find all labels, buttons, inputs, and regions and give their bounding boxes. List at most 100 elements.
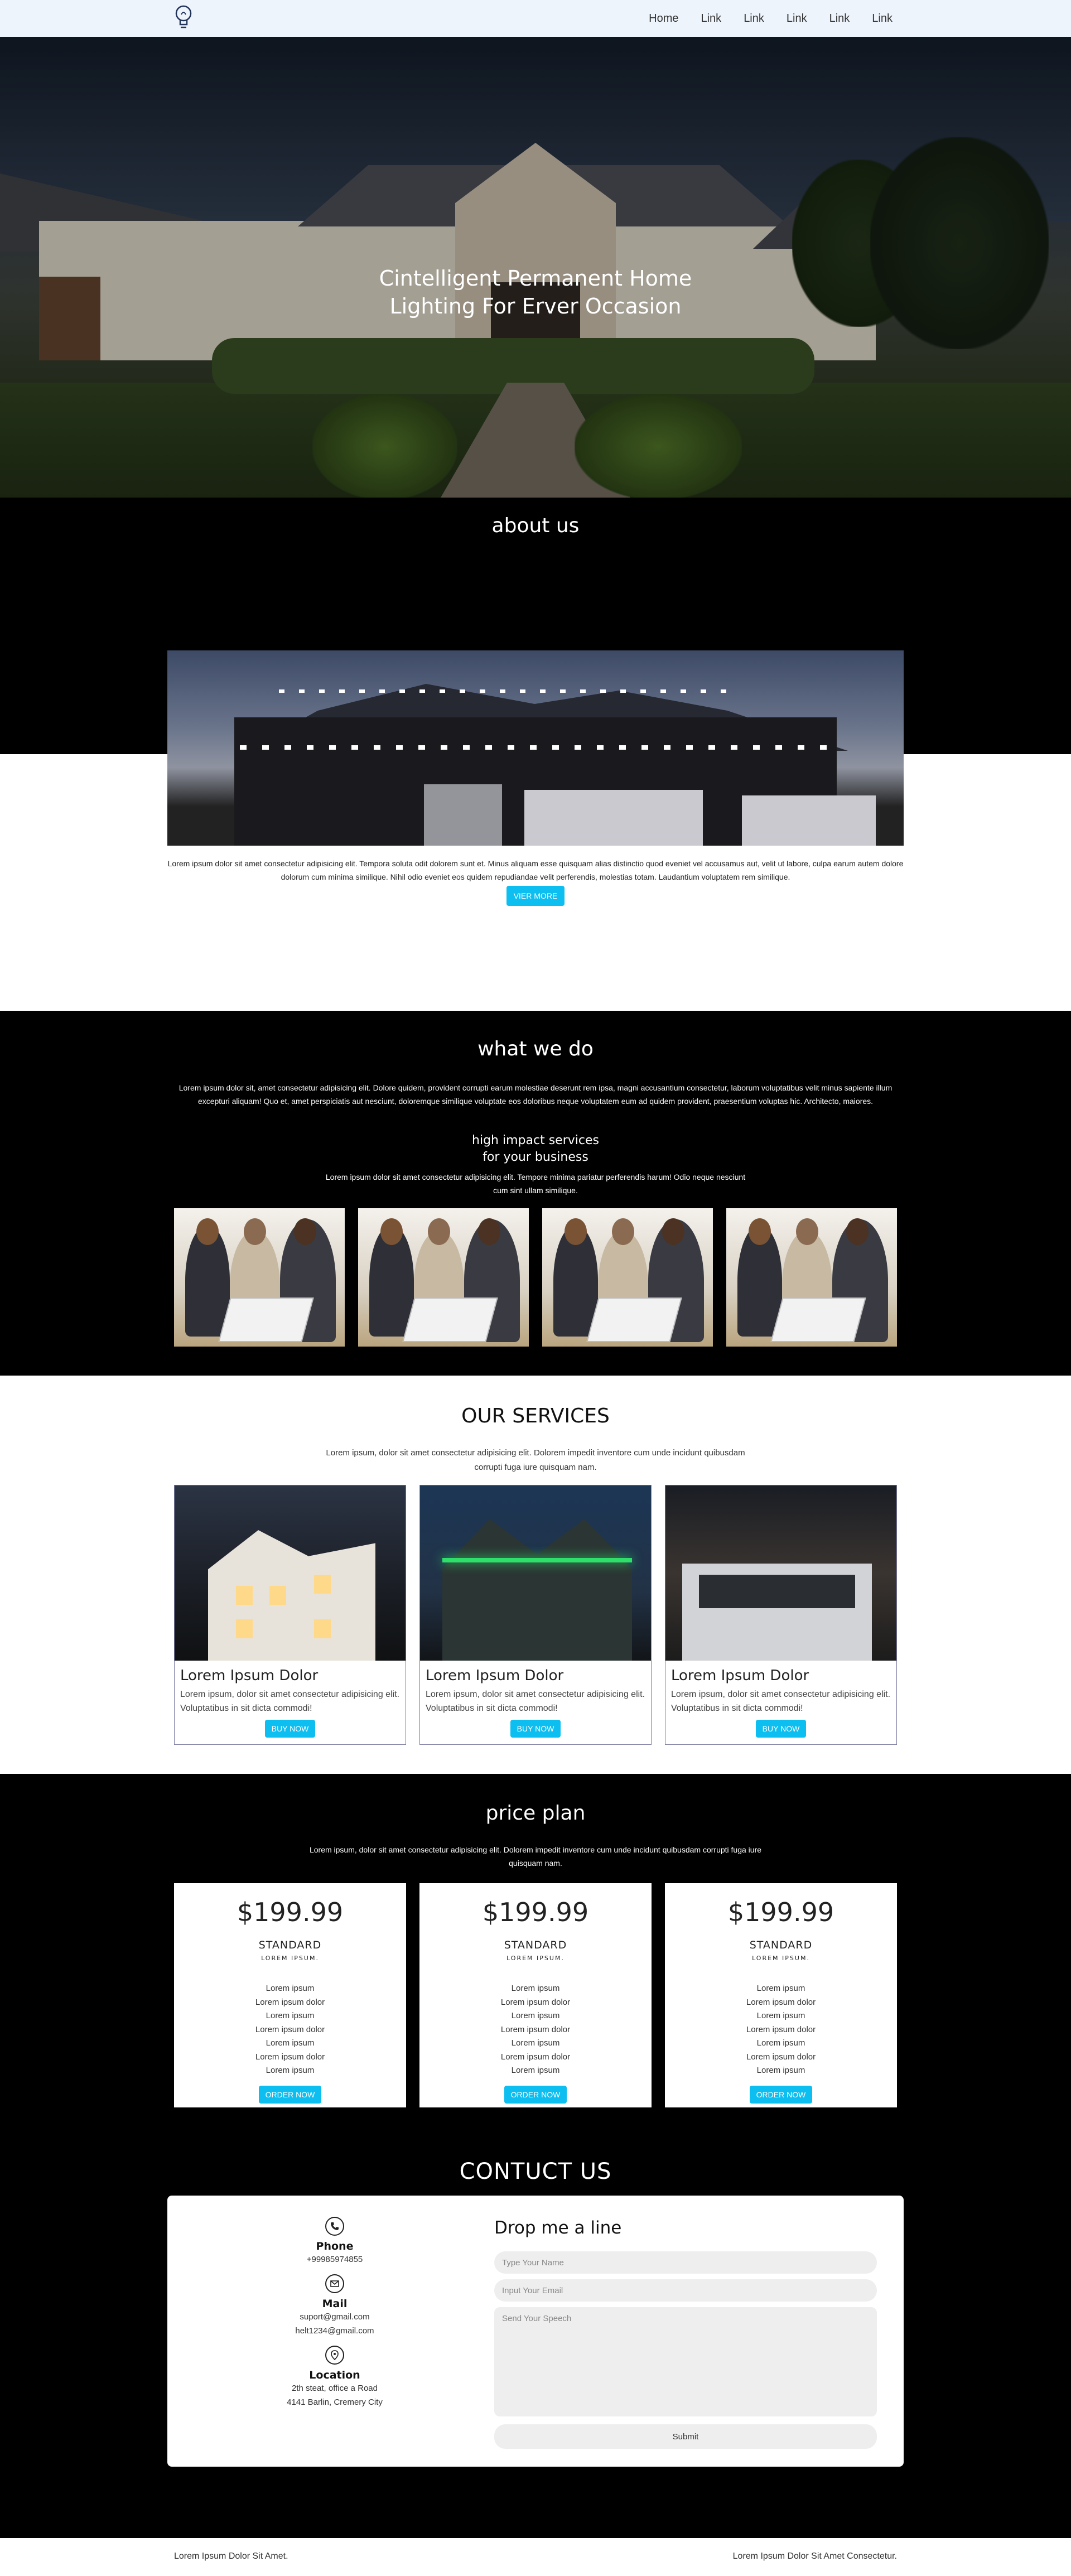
price-tier: STANDARD [504, 1939, 567, 1951]
hero-banner: Cintelligent Permanent Home Lighting For… [0, 37, 1071, 498]
what-we-do-heading: what we do [477, 1038, 594, 1060]
feature-item: Lorem ipsum [266, 2066, 315, 2075]
service-card-text: Lorem ipsum, dolor sit amet consectetur … [180, 1690, 400, 1713]
services-subtext: Lorem ipsum dolor sit amet consectetur a… [325, 1173, 746, 1195]
nav-link-2[interactable]: Link [744, 12, 764, 25]
service-card-text: Lorem ipsum, dolor sit amet consectetur … [671, 1690, 891, 1713]
contact-section: CONTUCT US Phone +99985974855 Mail supor… [0, 2136, 1071, 2538]
feature-item: Lorem ipsum [756, 2038, 805, 2048]
location-block: Location 2th steat, office a Road 4141 B… [273, 2346, 396, 2409]
service-card-title: Lorem Ipsum Dolor [180, 1667, 319, 1684]
feature-item: Lorem ipsum dolor [746, 1997, 816, 2007]
order-now-button[interactable]: ORDER NOW [749, 2085, 813, 2104]
hero-title-line2: Lighting For Erver Occasion [389, 294, 682, 319]
phone-value: +99985974855 [306, 2255, 363, 2264]
services-heading: OUR SERVICES [461, 1405, 610, 1427]
feature-item: Lorem ipsum [511, 2066, 560, 2075]
price-amount: $199.99 [727, 1897, 834, 1927]
services-subheading: high impact services for your business [0, 1132, 1071, 1166]
price-amount: $199.99 [237, 1897, 344, 1927]
lightbulb-logo-icon[interactable] [173, 3, 194, 33]
nav-links: Home Link Link Link Link Link [626, 0, 893, 37]
price-tier: STANDARD [258, 1939, 322, 1951]
phone-icon [325, 2217, 344, 2236]
price-card: $199.99 STANDARD LOREM IPSUM. Lorem ipsu… [419, 1883, 652, 2107]
phone-block: Phone +99985974855 [273, 2217, 396, 2266]
feature-item: Lorem ipsum [266, 2011, 315, 2020]
about-heading: about us [491, 514, 580, 537]
footer: Lorem Ipsum Dolor Sit Amet. Lorem Ipsum … [0, 2538, 1071, 2576]
buy-now-button[interactable]: BUY NOW [510, 1720, 561, 1738]
feature-item: Lorem ipsum [266, 2038, 315, 2048]
mail-value-1: suport@gmail.com [300, 2312, 370, 2322]
price-tier: STANDARD [749, 1939, 813, 1951]
service-card: Lorem Ipsum Dolor Lorem ipsum, dolor sit… [665, 1485, 897, 1745]
contact-heading: CONTUCT US [459, 2159, 612, 2184]
price-cards: $199.99 STANDARD LOREM IPSUM. Lorem ipsu… [174, 1883, 897, 2107]
hero-title-line1: Cintelligent Permanent Home [379, 266, 692, 291]
feature-item: Lorem ipsum dolor [746, 2024, 816, 2034]
location-label: Location [309, 2369, 360, 2381]
contact-card: Phone +99985974855 Mail suport@gmail.com… [167, 2196, 904, 2467]
nav-link-5[interactable]: Link [872, 12, 893, 25]
order-now-button[interactable]: ORDER NOW [504, 2085, 567, 2104]
service-card-image [420, 1485, 651, 1661]
feature-item: Lorem ipsum dolor [500, 2052, 571, 2062]
what-we-do-text: Lorem ipsum dolor sit, amet consectetur … [178, 1083, 893, 1106]
footer-left-text: Lorem Ipsum Dolor Sit Amet. [174, 2551, 288, 2561]
what-we-do-section: what we do Lorem ipsum dolor sit, amet c… [0, 1011, 1071, 1376]
services-text: Lorem ipsum, dolor sit amet consectetur … [326, 1448, 745, 1472]
service-card-image [665, 1485, 896, 1661]
feature-item: Lorem ipsum dolor [255, 1997, 325, 2007]
team-image [174, 1208, 345, 1347]
price-tier-sub: LOREM IPSUM. [752, 1955, 810, 1962]
price-card: $199.99 STANDARD LOREM IPSUM. Lorem ipsu… [174, 1883, 406, 2107]
feature-item: Lorem ipsum dolor [255, 2024, 325, 2034]
nav-link-home[interactable]: Home [649, 12, 678, 25]
feature-item: Lorem ipsum [511, 2011, 560, 2020]
price-amount: $199.99 [482, 1897, 589, 1927]
email-input[interactable] [494, 2279, 877, 2302]
mail-block: Mail suport@gmail.com helt1234@gmail.com [273, 2274, 396, 2338]
mail-icon [325, 2274, 344, 2293]
nav-link-4[interactable]: Link [829, 12, 850, 25]
service-card-text: Lorem ipsum, dolor sit amet consectetur … [426, 1690, 645, 1713]
form-title: Drop me a line [494, 2218, 622, 2238]
team-image-row [174, 1208, 897, 1347]
price-tier-sub: LOREM IPSUM. [261, 1955, 319, 1962]
price-card: $199.99 STANDARD LOREM IPSUM. Lorem ipsu… [665, 1883, 897, 2107]
service-card-image [175, 1485, 406, 1661]
feature-item: Lorem ipsum [756, 2011, 805, 2020]
team-image [726, 1208, 897, 1347]
feature-list: Lorem ipsum Lorem ipsum dolor Lorem ipsu… [174, 1982, 406, 2078]
footer-right-text: Lorem Ipsum Dolor Sit Amet Consectetur. [732, 2551, 897, 2561]
services-subheading-line2: for your business [483, 1150, 588, 1164]
location-line-1: 2th steat, office a Road [292, 2384, 378, 2393]
service-card-title: Lorem Ipsum Dolor [426, 1667, 564, 1684]
nav-link-3[interactable]: Link [787, 12, 807, 25]
nav-link-1[interactable]: Link [701, 12, 721, 25]
price-text: Lorem ipsum, dolor sit amet consectetur … [309, 1845, 762, 1868]
mail-value-2: helt1234@gmail.com [295, 2326, 374, 2336]
feature-list: Lorem ipsum Lorem ipsum dolor Lorem ipsu… [419, 1982, 652, 2078]
submit-button[interactable]: Submit [494, 2424, 877, 2449]
feature-item: Lorem ipsum [756, 2066, 805, 2075]
mail-label: Mail [322, 2298, 348, 2310]
contact-info: Phone +99985974855 Mail suport@gmail.com… [273, 2217, 396, 2417]
services-subheading-line1: high impact services [472, 1133, 599, 1147]
view-more-button[interactable]: VIER MORE [506, 886, 565, 906]
about-text: Lorem ipsum dolor sit amet consectetur a… [167, 859, 904, 881]
location-pin-icon [325, 2346, 344, 2365]
hero-title: Cintelligent Permanent Home Lighting For… [0, 264, 1071, 320]
contact-form: Drop me a line Submit [494, 2218, 877, 2449]
buy-now-button[interactable]: BUY NOW [755, 1720, 807, 1738]
order-now-button[interactable]: ORDER NOW [258, 2085, 322, 2104]
name-input[interactable] [494, 2251, 877, 2274]
feature-item: Lorem ipsum [756, 1984, 805, 1993]
feature-item: Lorem ipsum dolor [746, 2052, 816, 2062]
buy-now-button[interactable]: BUY NOW [264, 1720, 316, 1738]
feature-item: Lorem ipsum dolor [500, 1997, 571, 2007]
feature-item: Lorem ipsum [511, 2038, 560, 2048]
price-heading: price plan [485, 1802, 586, 1825]
message-textarea[interactable] [494, 2307, 877, 2416]
